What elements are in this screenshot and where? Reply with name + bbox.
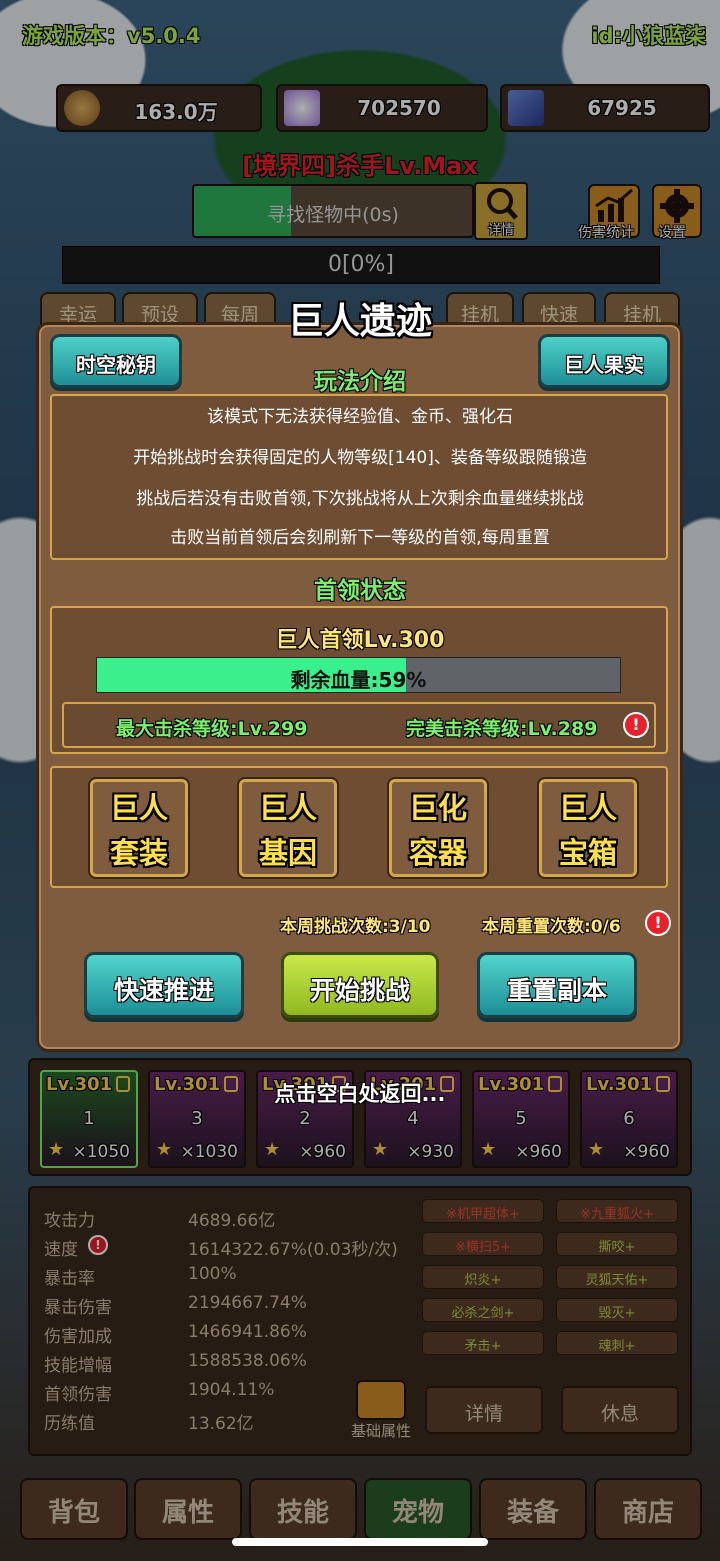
giant-gene-button[interactable]: 巨人 基因	[237, 777, 339, 879]
giant-container-button[interactable]: 巨化 容器	[387, 777, 489, 879]
intro-line: 开始挑战时会获得固定的人物等级[140]、装备等级跟随锻造	[133, 448, 587, 468]
intro-line: 挑战后若没有击败首领,下次挑战将从上次剩余血量继续挑战	[136, 489, 584, 509]
home-indicator[interactable]	[232, 1538, 488, 1546]
max-kill-level: 最大击杀等级:Lv.299	[116, 718, 308, 740]
reset-dungeon-button[interactable]: 重置副本	[477, 952, 637, 1018]
weekly-challenge-count: 本周挑战次数:3/10	[280, 917, 431, 937]
boss-name: 巨人首领Lv.300	[275, 628, 445, 653]
boss-hp-bar: 剩余血量:59%	[96, 657, 621, 693]
perfect-kill-level: 完美击杀等级:Lv.289	[406, 718, 598, 740]
giant-set-button[interactable]: 巨人 套装	[88, 777, 190, 879]
start-challenge-button[interactable]: 开始挑战	[281, 952, 439, 1018]
giant-chest-button[interactable]: 巨人 宝箱	[537, 777, 639, 879]
boss-heading: 首领状态	[314, 578, 406, 604]
intro-line: 击败当前首领后会刻刷新下一等级的首领,每周重置	[170, 528, 550, 548]
intro-line: 该模式下无法获得经验值、金币、强化石	[207, 407, 513, 427]
intro-heading: 玩法介绍	[314, 369, 406, 395]
alert-icon[interactable]: !	[645, 910, 671, 936]
tap-to-return-toast: 点击空白处返回...	[274, 1082, 446, 1106]
weekly-reset-count: 本周重置次数:0/6	[482, 917, 621, 937]
fast-advance-button[interactable]: 快速推进	[84, 952, 244, 1018]
alert-icon[interactable]: !	[623, 712, 649, 738]
